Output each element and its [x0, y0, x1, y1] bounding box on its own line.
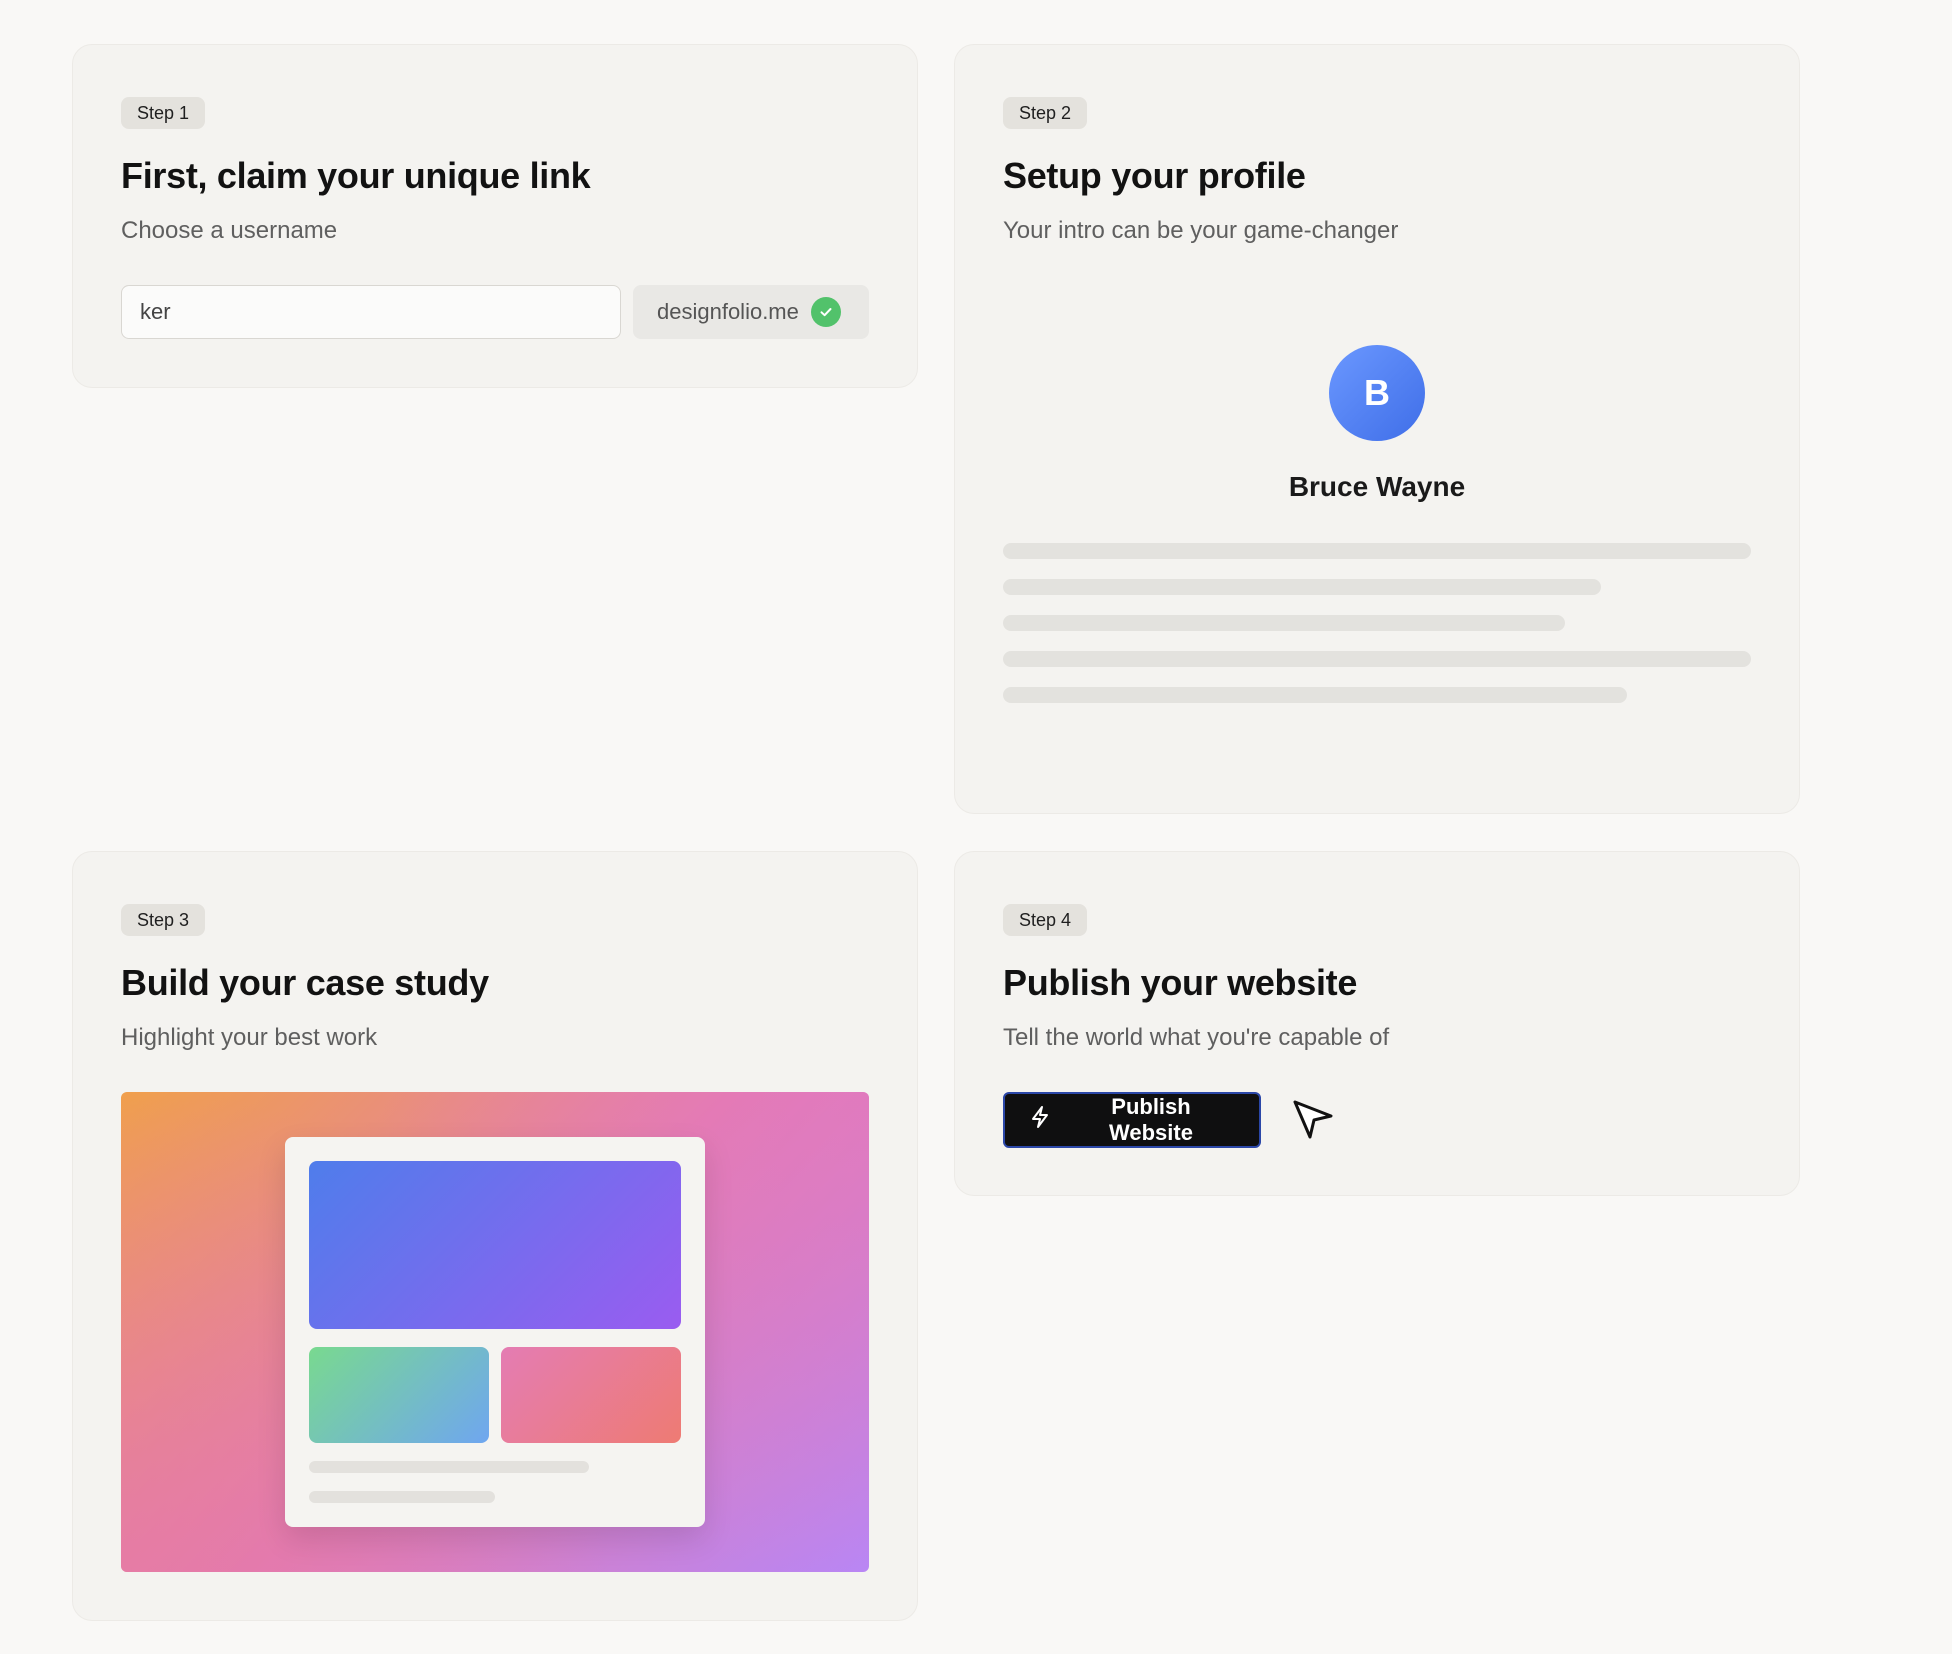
- domain-suffix: designfolio.me: [633, 285, 869, 339]
- step-badge: Step 4: [1003, 904, 1088, 936]
- case-study-mock-page: [285, 1137, 705, 1527]
- step-badge: Step 2: [1003, 97, 1088, 129]
- step-badge: Step 3: [121, 904, 206, 936]
- lightning-icon: [1029, 1105, 1051, 1135]
- step-subtitle: Tell the world what you're capable of: [1003, 1024, 1390, 1051]
- step-2-card: Step 2 Setup your profile Your intro can…: [954, 44, 1800, 814]
- step-subtitle: Highlight your best work: [121, 1024, 378, 1051]
- publish-button-label: Publish Website: [1109, 1094, 1193, 1145]
- step-badge: Step 1: [121, 97, 206, 129]
- username-input[interactable]: ker: [121, 285, 621, 339]
- profile-name: Bruce Wayne: [1288, 471, 1466, 502]
- bio-placeholder-line: [1003, 651, 1751, 667]
- mock-tile: [309, 1347, 489, 1443]
- bio-placeholder-line: [1003, 579, 1601, 595]
- mock-text-line: [309, 1491, 495, 1503]
- domain-label: designfolio.me: [657, 299, 799, 324]
- publish-website-button[interactable]: Publish Website: [1003, 1092, 1261, 1148]
- bio-placeholder-line: [1003, 543, 1751, 559]
- step-subtitle: Choose a username: [121, 217, 338, 244]
- mock-tile: [501, 1347, 681, 1443]
- check-circle-icon: [810, 297, 841, 327]
- bio-placeholder-line: [1003, 615, 1565, 631]
- step-3-card: Step 3 Build your case study Highlight y…: [72, 851, 918, 1621]
- mock-text-line: [309, 1461, 589, 1473]
- bio-placeholder-line: [1003, 687, 1627, 703]
- avatar: B: [1329, 345, 1425, 441]
- step-1-card: Step 1 First, claim your unique link Cho…: [72, 44, 918, 388]
- pointer-arrow-icon: [1289, 1096, 1337, 1144]
- step-title: Publish your website: [1003, 962, 1358, 1003]
- step-title: Setup your profile: [1003, 155, 1306, 196]
- step-title: Build your case study: [121, 962, 489, 1003]
- step-4-card: Step 4 Publish your website Tell the wor…: [954, 851, 1800, 1196]
- mock-hero-image: [309, 1161, 681, 1329]
- case-study-preview: [121, 1092, 869, 1572]
- step-title: First, claim your unique link: [121, 155, 591, 196]
- step-subtitle: Your intro can be your game-changer: [1003, 217, 1399, 244]
